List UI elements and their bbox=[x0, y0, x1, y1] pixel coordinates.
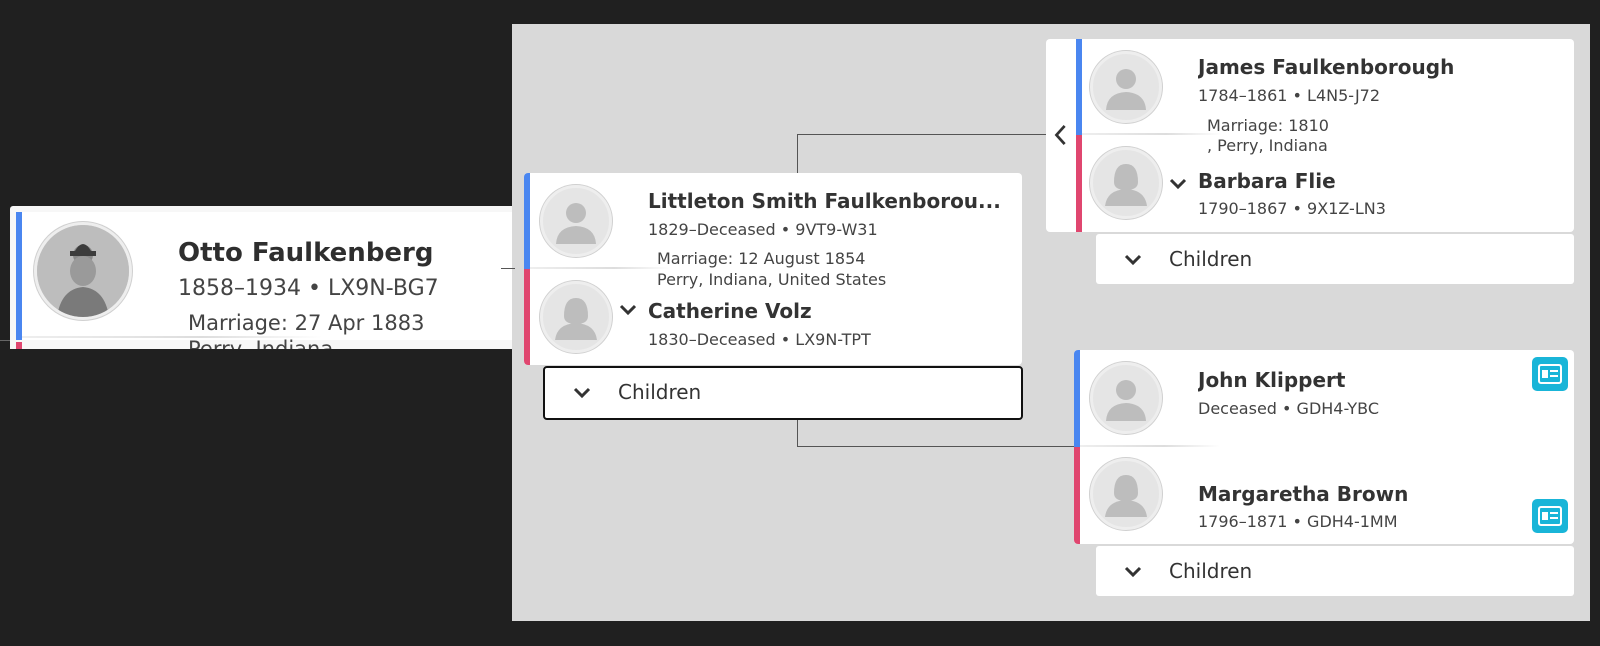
focus-person-life: 1858–1934 • LX9N-BG7 bbox=[178, 276, 439, 301]
person-silhouette-icon bbox=[556, 203, 596, 244]
focus-person-card[interactable]: Otto Faulkenberg 1858–1934 • LX9N-BG7 Ma… bbox=[10, 206, 512, 349]
grandmother-avatar[interactable] bbox=[1090, 147, 1162, 219]
female-indicator-bar bbox=[1076, 135, 1082, 232]
father-life: 1829–Deceased • 9VT9-W31 bbox=[648, 220, 878, 239]
grandmother-life: 1790–1867 • 9X1Z-LN3 bbox=[1198, 199, 1386, 218]
grandparents-marriage: Marriage: 1810 bbox=[1207, 116, 1329, 135]
record-card-glyph bbox=[1538, 506, 1562, 526]
children-label: Children bbox=[618, 380, 702, 404]
parents-marriage: Marriage: 12 August 1854 bbox=[657, 249, 866, 268]
record-card-icon[interactable] bbox=[1532, 499, 1568, 533]
grandfather-name[interactable]: James Faulkenborough bbox=[1198, 55, 1454, 79]
mother-name[interactable]: Catherine Volz bbox=[648, 299, 812, 323]
paternal-children-toggle[interactable]: Children bbox=[1096, 234, 1574, 284]
connector-line bbox=[797, 446, 1077, 447]
connector-line bbox=[501, 268, 515, 269]
person-silhouette-icon bbox=[1106, 69, 1146, 110]
grandmother-row[interactable]: Margaretha Brown 1796–1871 • GDH4-1MM bbox=[1074, 447, 1574, 544]
grandmother-name[interactable]: Barbara Flie bbox=[1198, 169, 1336, 193]
female-indicator-bar bbox=[1074, 447, 1080, 544]
male-indicator-bar bbox=[1076, 39, 1082, 135]
male-indicator-bar bbox=[524, 173, 530, 269]
person-silhouette-icon bbox=[555, 298, 597, 340]
female-indicator-bar bbox=[16, 342, 22, 349]
person-silhouette-icon bbox=[1106, 380, 1146, 421]
father-name[interactable]: Littleton Smith Faulkenborou... bbox=[648, 189, 1013, 213]
connector-line bbox=[797, 416, 798, 446]
mother-avatar[interactable] bbox=[540, 281, 612, 353]
record-card-icon[interactable] bbox=[1532, 357, 1568, 391]
chevron-left-icon[interactable] bbox=[1051, 121, 1071, 149]
maternal-children-toggle[interactable]: Children bbox=[1096, 546, 1574, 596]
chevron-down-icon bbox=[573, 387, 591, 399]
connector-line bbox=[797, 134, 1047, 135]
grandfather-life: 1784–1861 • L4N5-J72 bbox=[1198, 86, 1381, 105]
grandmother-row[interactable]: Barbara Flie 1790–1867 • 9X1Z-LN3 bbox=[1046, 135, 1574, 232]
mother-life: 1830–Deceased • LX9N-TPT bbox=[648, 330, 871, 349]
female-indicator-bar bbox=[524, 269, 530, 365]
chevron-down-icon bbox=[1124, 566, 1142, 578]
connector-line bbox=[0, 340, 10, 341]
grandfather-avatar[interactable] bbox=[1090, 51, 1162, 123]
parents-couple-card[interactable]: Littleton Smith Faulkenborou... 1829–Dec… bbox=[524, 173, 1022, 365]
person-silhouette-icon bbox=[1105, 475, 1147, 517]
grandfather-avatar[interactable] bbox=[1090, 362, 1162, 434]
focus-person-name[interactable]: Otto Faulkenberg bbox=[178, 238, 434, 268]
portrait-photo-icon bbox=[37, 225, 129, 317]
connector-line bbox=[797, 134, 798, 174]
focus-marriage: Marriage: 27 Apr 1883 bbox=[188, 311, 425, 335]
grandmother-avatar[interactable] bbox=[1090, 458, 1162, 530]
chevron-down-icon[interactable] bbox=[1167, 172, 1189, 194]
male-indicator-bar bbox=[16, 212, 22, 340]
grandmother-name[interactable]: Margaretha Brown bbox=[1198, 482, 1408, 506]
focus-marriage-place: Perry, Indiana bbox=[188, 337, 334, 349]
grandfather-life: Deceased • GDH4-YBC bbox=[1198, 399, 1379, 418]
paternal-grandparents-card[interactable]: James Faulkenborough 1784–1861 • L4N5-J7… bbox=[1046, 39, 1574, 232]
record-card-glyph bbox=[1538, 364, 1562, 384]
person-silhouette-icon bbox=[1105, 164, 1147, 206]
children-label: Children bbox=[1169, 247, 1253, 271]
grandmother-life: 1796–1871 • GDH4-1MM bbox=[1198, 512, 1398, 531]
focus-person-photo[interactable] bbox=[34, 222, 132, 320]
grandfather-name[interactable]: John Klippert bbox=[1198, 368, 1345, 392]
chevron-down-icon[interactable] bbox=[617, 298, 639, 320]
male-indicator-bar bbox=[1074, 350, 1080, 447]
maternal-grandparents-card[interactable]: John Klippert Deceased • GDH4-YBC Margar… bbox=[1074, 350, 1574, 544]
chevron-down-icon bbox=[1124, 254, 1142, 266]
grandfather-row[interactable]: John Klippert Deceased • GDH4-YBC bbox=[1074, 350, 1574, 447]
children-label: Children bbox=[1169, 559, 1253, 583]
parents-children-toggle[interactable]: Children bbox=[543, 366, 1023, 420]
mother-row[interactable]: Catherine Volz 1830–Deceased • LX9N-TPT bbox=[524, 269, 1022, 365]
father-avatar[interactable] bbox=[540, 185, 612, 257]
